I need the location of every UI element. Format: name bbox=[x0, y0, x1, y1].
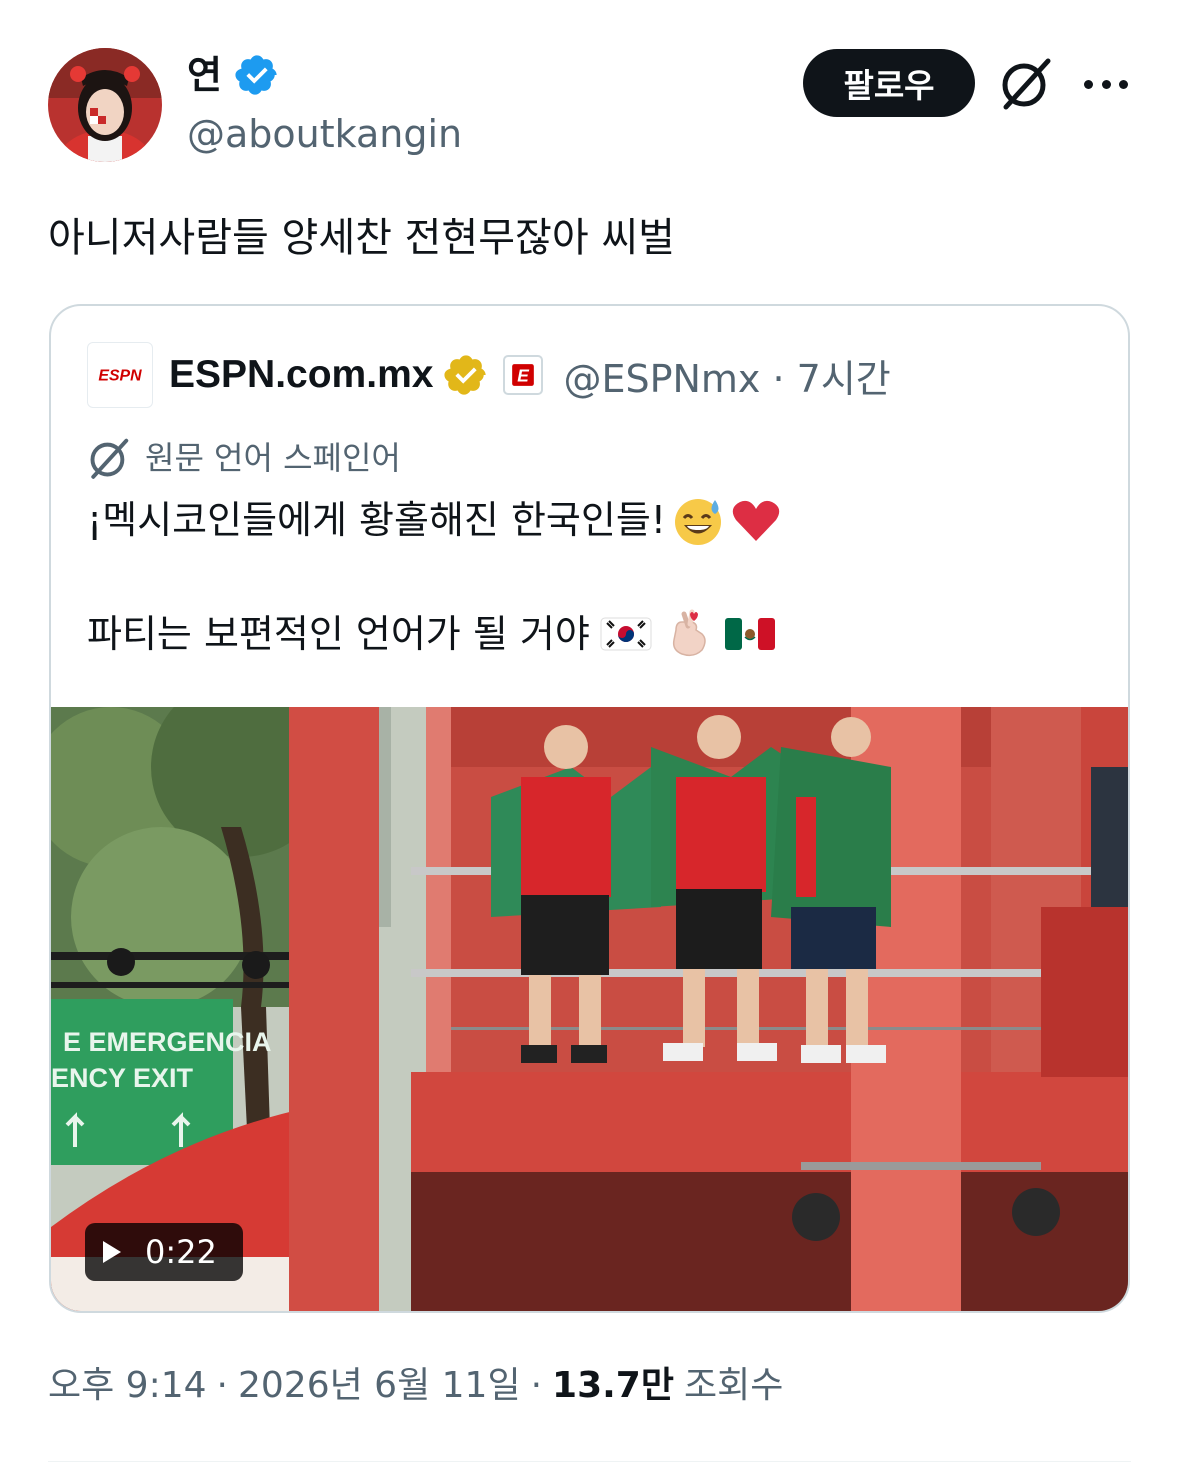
translation-label: 원문 언어 스페인어 bbox=[145, 439, 401, 477]
espn-logo-text: ESPN bbox=[98, 368, 142, 385]
author-handle[interactable]: @aboutkangin bbox=[187, 108, 462, 160]
sign-text-line1: E EMERGENCIA bbox=[63, 1027, 272, 1057]
sign-text-line2: ENCY EXIT bbox=[51, 1063, 194, 1093]
divider bbox=[48, 1461, 1131, 1462]
verified-gold-badge-icon bbox=[444, 355, 487, 395]
espn-affiliate-icon: E bbox=[512, 364, 535, 386]
meta-separator: · bbox=[530, 1365, 543, 1406]
video-duration: 0:22 bbox=[145, 1233, 217, 1271]
author-avatar[interactable] bbox=[48, 48, 162, 162]
video-duration-badge[interactable]: 0:22 bbox=[85, 1223, 243, 1281]
follow-button[interactable]: 팔로우 bbox=[803, 49, 975, 117]
avatar-image bbox=[48, 48, 162, 162]
view-label: 조회수 bbox=[683, 1365, 784, 1406]
quote-author-name[interactable]: ESPN.com.mx bbox=[169, 353, 433, 397]
grok-icon[interactable] bbox=[998, 55, 1054, 111]
tweet-meta: 오후 9:14 · 2026년 6월 11일 · 13.7만 조회수 bbox=[48, 1360, 783, 1412]
tweet-date[interactable]: 2026년 6월 11일 bbox=[238, 1360, 521, 1412]
view-count: 13.7만 bbox=[552, 1365, 674, 1406]
espn-logo-icon: ESPN bbox=[98, 368, 142, 385]
meta-separator: · bbox=[216, 1365, 228, 1406]
author-name: 연 bbox=[187, 53, 222, 97]
mexico-flag-emoji-icon bbox=[724, 618, 775, 650]
korea-flag-emoji-icon bbox=[600, 617, 652, 651]
finger-heart-emoji-icon bbox=[672, 609, 706, 657]
verified-badge-icon bbox=[235, 55, 277, 95]
quote-header: ESPN ESPN.com.mx E @ESPNmx · 7시간 bbox=[87, 342, 891, 408]
dot bbox=[1084, 79, 1093, 89]
espn-avatar[interactable]: ESPN bbox=[87, 342, 153, 408]
quote-line2-text: 파티는 보편적인 언어가 될 거야 bbox=[87, 612, 590, 656]
dot bbox=[1101, 79, 1111, 89]
grok-translate-icon bbox=[90, 438, 129, 479]
video-player[interactable]: E EMERGENCIA ENCY EXIT 0:22 bbox=[51, 707, 1128, 1311]
translation-note[interactable]: 원문 언어 스페인어 bbox=[87, 436, 401, 480]
quote-text-line2: 파티는 보편적인 언어가 될 거야 bbox=[87, 606, 776, 662]
tweet-time[interactable]: 오후 9:14 bbox=[48, 1360, 207, 1412]
author-name-row[interactable]: 연 bbox=[187, 50, 280, 100]
dot bbox=[1119, 79, 1128, 89]
quote-handle-time[interactable]: @ESPNmx · 7시간 bbox=[563, 348, 890, 403]
affiliate-letter: E bbox=[518, 366, 530, 386]
red-heart-emoji-icon bbox=[732, 500, 780, 541]
quoted-tweet[interactable]: ESPN ESPN.com.mx E @ESPNmx · 7시간 원문 언어 스… bbox=[49, 304, 1130, 1313]
more-options-icon[interactable] bbox=[1082, 60, 1130, 108]
play-icon bbox=[103, 1241, 121, 1263]
affiliate-badge[interactable]: E bbox=[503, 355, 544, 395]
quote-line1-text: ¡멕시코인들에게 황홀해진 한국인들! bbox=[87, 498, 667, 542]
tweet-text: 아니저사람들 양세찬 전현무잖아 씨벌 bbox=[48, 215, 675, 261]
quote-text-line1: ¡멕시코인들에게 황홀해진 한국인들! bbox=[87, 492, 782, 548]
sweat-smile-emoji-icon bbox=[675, 499, 722, 545]
